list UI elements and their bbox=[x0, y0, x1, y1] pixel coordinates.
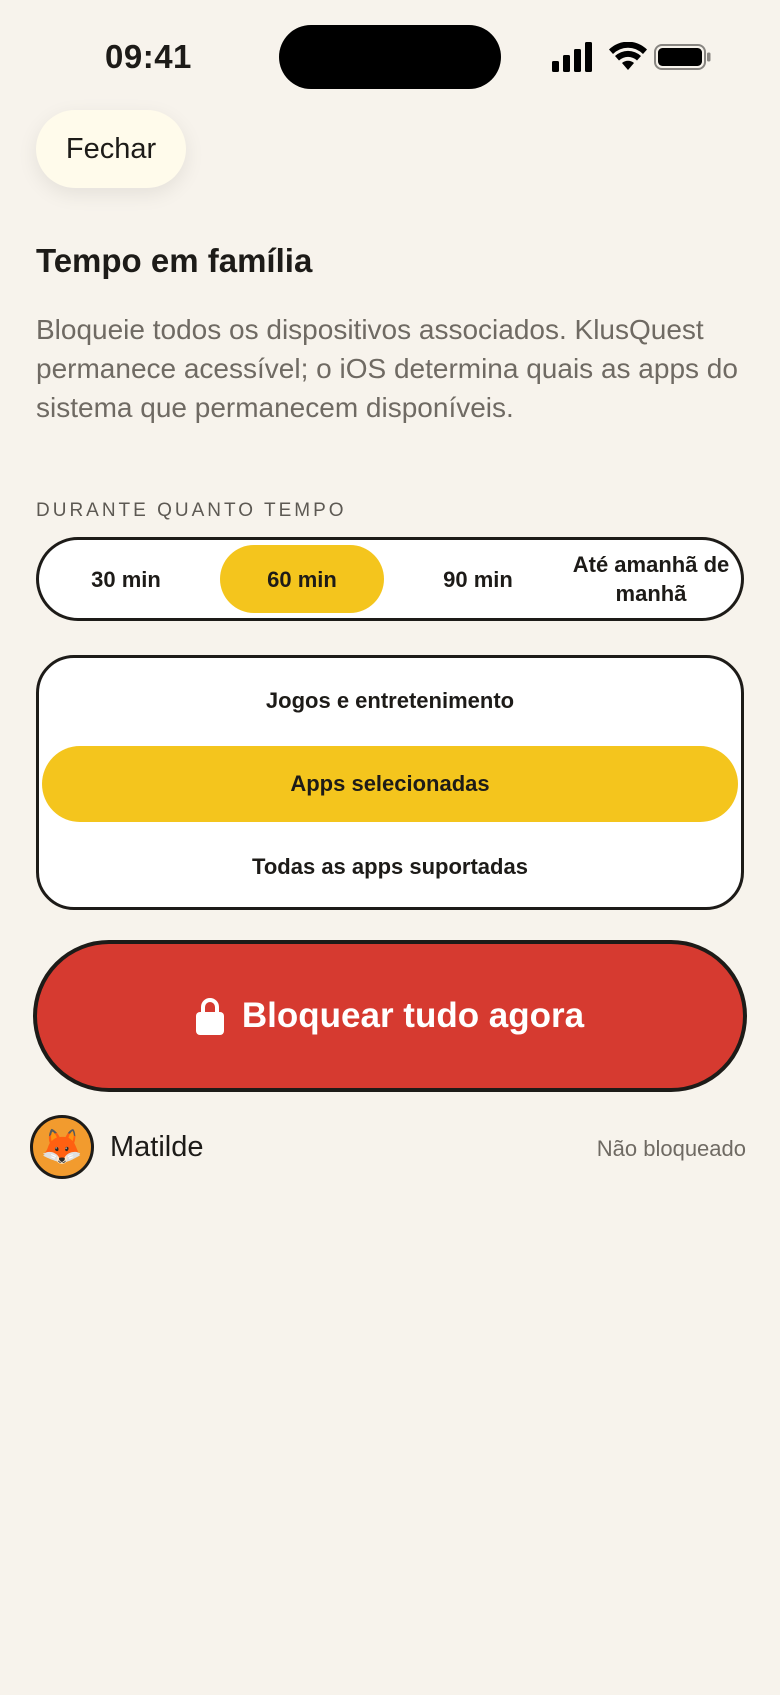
cellular-signal-icon bbox=[552, 42, 592, 72]
duration-option-90[interactable]: 90 min bbox=[396, 545, 560, 613]
battery-icon bbox=[654, 44, 711, 70]
scope-option-games[interactable]: Jogos e entretenimento bbox=[42, 663, 738, 739]
fox-avatar: 🦊 bbox=[30, 1115, 94, 1179]
member-row[interactable]: 🦊 Matilde Não bloqueado bbox=[30, 1115, 746, 1185]
dynamic-island bbox=[279, 25, 501, 89]
scope-option-all-apps[interactable]: Todas as apps suportadas bbox=[42, 829, 738, 905]
status-bar: 09:41 bbox=[0, 0, 780, 115]
lock-all-button[interactable]: Bloquear tudo agora bbox=[33, 940, 747, 1092]
member-name: Matilde bbox=[110, 1131, 204, 1163]
scope-option-selected-apps[interactable]: Apps selecionadas bbox=[42, 746, 738, 822]
duration-option-tomorrow[interactable]: Até amanhã de manhã bbox=[572, 545, 730, 613]
app-scope-selector: Jogos e entretenimento Apps selecionadas… bbox=[36, 655, 744, 910]
duration-selector: 30 min 60 min 90 min Até amanhã de manhã bbox=[36, 537, 744, 621]
duration-option-60[interactable]: 60 min bbox=[220, 545, 384, 613]
lock-icon bbox=[195, 998, 224, 1035]
duration-option-30[interactable]: 30 min bbox=[44, 545, 208, 613]
status-icons bbox=[552, 42, 712, 72]
page-description: Bloqueie todos os dispositivos associado… bbox=[36, 314, 738, 423]
page-title: Tempo em família bbox=[36, 242, 313, 279]
close-button[interactable]: Fechar bbox=[36, 110, 186, 188]
status-time: 09:41 bbox=[105, 38, 192, 75]
lock-all-button-label: Bloquear tudo agora bbox=[241, 996, 585, 1035]
member-lock-status: Não bloqueado bbox=[596, 1136, 746, 1161]
wifi-icon bbox=[609, 42, 647, 70]
duration-section-label: DURANTE QUANTO TEMPO bbox=[36, 500, 347, 521]
